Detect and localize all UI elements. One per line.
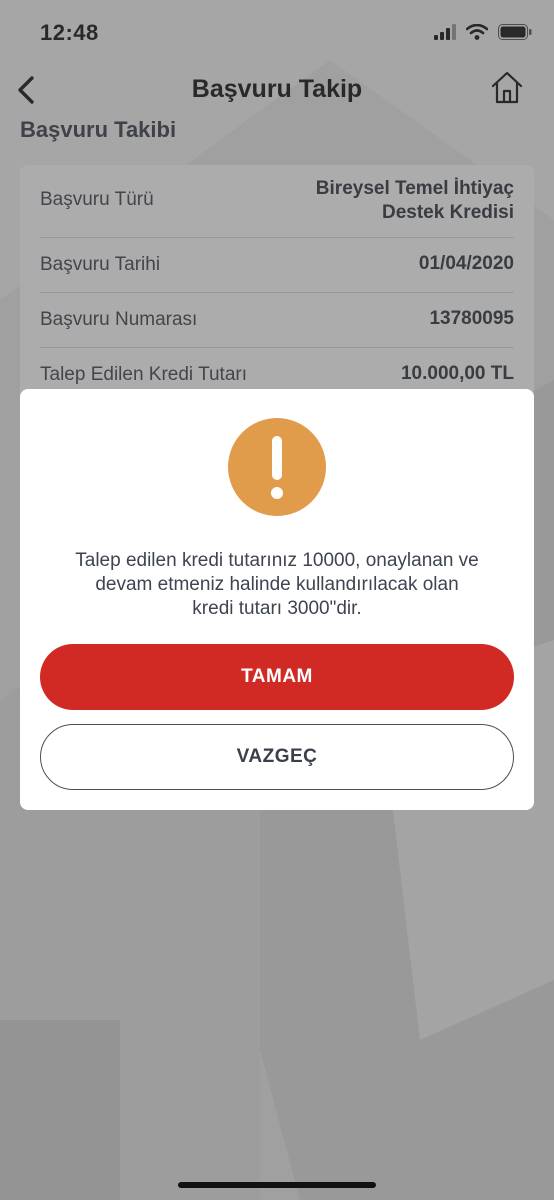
warning-icon: [228, 418, 326, 516]
alert-message-line: Talep edilen kredi tutarınız 10000, onay…: [75, 550, 479, 571]
alert-dialog: Talep edilen kredi tutarınız 10000, onay…: [20, 389, 534, 810]
home-indicator[interactable]: [178, 1182, 376, 1188]
alert-message: Talep edilen kredi tutarınız 10000, onay…: [50, 549, 504, 621]
exclamation-bar: [272, 436, 282, 480]
cancel-button[interactable]: VAZGEÇ: [40, 724, 514, 790]
exclamation-dot: [271, 487, 283, 499]
alert-message-line: devam etmeniz halinde kullandırılacak ol…: [95, 574, 459, 595]
alert-message-line: kredi tutarı 3000"dir.: [192, 598, 362, 619]
confirm-button[interactable]: TAMAM: [40, 644, 514, 710]
